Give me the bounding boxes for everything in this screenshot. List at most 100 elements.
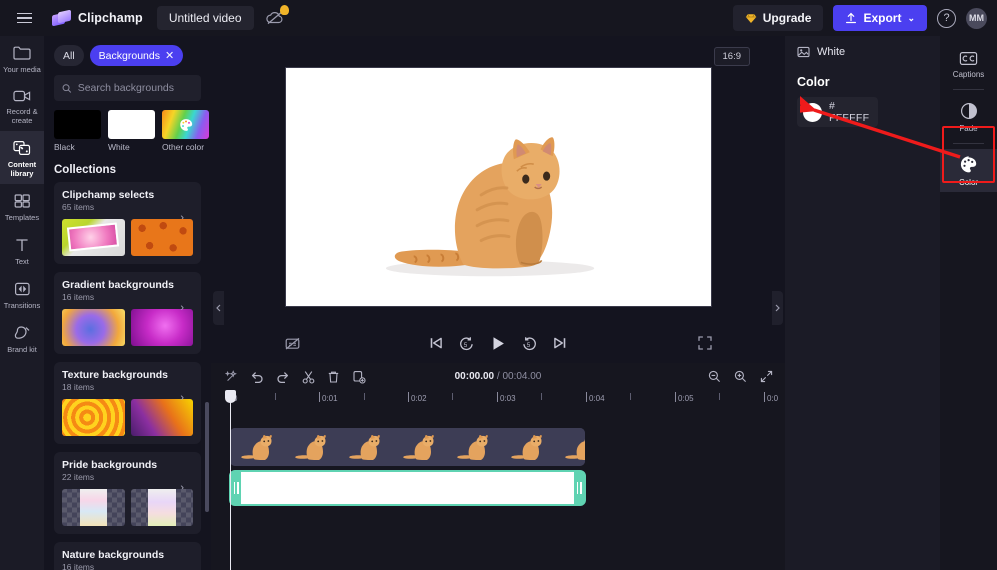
- undo-button[interactable]: [250, 370, 264, 383]
- sidebar-item-record-create[interactable]: Record & create: [0, 80, 44, 131]
- close-icon[interactable]: ✕: [165, 49, 174, 62]
- aspect-ratio-button[interactable]: 16:9: [713, 47, 750, 66]
- hamburger-menu-icon[interactable]: [6, 0, 42, 36]
- filter-chip-row: All Backgrounds ✕: [44, 36, 211, 72]
- sidebar-item-text[interactable]: Text: [0, 228, 44, 272]
- collection-card-clipchamp-selects[interactable]: Clipchamp selects 65 items ›: [54, 182, 201, 264]
- chevron-right-icon[interactable]: ›: [180, 392, 184, 404]
- content-library-panel: All Backgrounds ✕ Black White: [44, 36, 211, 570]
- sidebar-item-transitions[interactable]: Transitions: [0, 272, 44, 316]
- selected-asset-header: White: [797, 46, 928, 58]
- collection-thumbnail[interactable]: [130, 309, 193, 346]
- collection-count: 22 items: [62, 472, 95, 482]
- content-library-icon: [12, 140, 30, 156]
- collection-card-pride-backgrounds[interactable]: Pride backgrounds 22 items ›: [54, 452, 201, 534]
- magic-wand-icon[interactable]: [225, 370, 238, 383]
- timeline-tracks: [211, 390, 785, 570]
- timeline-ruler[interactable]: 0 0:01 0:02 0:03 0:04 0:05 0:0: [211, 390, 785, 410]
- collection-thumbnail[interactable]: [62, 489, 125, 526]
- duplicate-button[interactable]: [352, 370, 366, 384]
- fade-contrast-icon: [960, 102, 977, 120]
- swatch-label: Black: [54, 142, 75, 152]
- export-button[interactable]: Export ⌄: [833, 5, 927, 31]
- delete-button[interactable]: [327, 370, 340, 384]
- collection-title: Texture backgrounds: [62, 369, 168, 381]
- rewind-5-seconds-button[interactable]: 5: [459, 336, 475, 351]
- collection-thumbnail[interactable]: [130, 399, 193, 436]
- collection-thumbnail[interactable]: [62, 219, 125, 256]
- clip-trim-handle-left[interactable]: [231, 472, 241, 504]
- sidebar-item-your-media[interactable]: Your media: [0, 36, 44, 80]
- cloud-badge: [279, 5, 289, 15]
- folder-icon: [13, 46, 31, 60]
- filter-chip-backgrounds[interactable]: Backgrounds ✕: [89, 45, 184, 66]
- swatch-white[interactable]: White: [108, 110, 155, 152]
- table-row[interactable]: [230, 428, 585, 466]
- collapse-right-panel-button[interactable]: [772, 291, 783, 325]
- clip-trim-handle-right[interactable]: [574, 472, 584, 504]
- zoom-out-button[interactable]: [708, 370, 721, 383]
- zoom-in-button[interactable]: [734, 370, 747, 383]
- redo-icon: [277, 372, 289, 383]
- preview-area: 16:9 5 5: [211, 36, 785, 399]
- play-button[interactable]: [490, 335, 507, 352]
- color-swatch-field[interactable]: # FFFFFF: [797, 97, 878, 127]
- tool-captions[interactable]: Captions: [940, 44, 997, 84]
- skip-to-start-button[interactable]: [429, 336, 444, 350]
- playhead[interactable]: [225, 390, 236, 570]
- scrollbar-thumb[interactable]: [205, 402, 209, 512]
- split-button[interactable]: [302, 370, 315, 384]
- forward-5-seconds-button[interactable]: 5: [522, 336, 538, 351]
- chevron-right-icon[interactable]: ›: [180, 302, 184, 314]
- sidebar-item-label: Record & create: [6, 107, 38, 125]
- collection-thumbnail[interactable]: [62, 399, 125, 436]
- fullscreen-button[interactable]: [698, 336, 712, 350]
- collection-thumbnail[interactable]: [130, 489, 193, 526]
- clip-thumbnail: [554, 428, 585, 466]
- collection-thumbnail[interactable]: [62, 309, 125, 346]
- swatch-black[interactable]: Black: [54, 110, 101, 152]
- collapse-left-panel-button[interactable]: [213, 291, 224, 325]
- project-title-input[interactable]: Untitled video: [156, 6, 254, 30]
- skip-to-end-button[interactable]: [553, 336, 568, 350]
- collection-card-gradient-backgrounds[interactable]: Gradient backgrounds 16 items ›: [54, 272, 201, 354]
- captions-toggle-button[interactable]: [285, 337, 300, 350]
- cloud-off-icon[interactable]: [265, 5, 289, 29]
- table-row[interactable]: [229, 470, 586, 506]
- collections-list[interactable]: Clipchamp selects 65 items › Gradient ba…: [44, 182, 211, 570]
- sidebar-item-brand-kit[interactable]: Brand kit: [0, 316, 44, 360]
- sidebar-item-templates[interactable]: Templates: [0, 184, 44, 228]
- timeline-section: 00:00.00 / 00:04.00 0:01 0:02 0:03 0:04 …: [211, 363, 785, 570]
- search-input[interactable]: [77, 82, 193, 94]
- delete-trash-icon: [328, 371, 339, 383]
- collection-thumbnail[interactable]: [130, 219, 193, 256]
- filter-chip-all[interactable]: All: [54, 45, 84, 66]
- video-preview-stage[interactable]: [285, 67, 712, 307]
- brand-kit-icon: [14, 326, 29, 339]
- avatar[interactable]: MM: [966, 7, 987, 29]
- swatch-other-color[interactable]: Other color: [162, 110, 209, 152]
- sidebar-item-label: Templates: [4, 213, 40, 222]
- chevron-left-icon: [216, 304, 221, 312]
- sidebar-item-label: Brand kit: [7, 345, 37, 354]
- text-t-icon: [16, 239, 28, 251]
- color-swatch[interactable]: [803, 102, 822, 122]
- tool-label: Captions: [952, 70, 985, 79]
- collection-card-texture-backgrounds[interactable]: Texture backgrounds 18 items ›: [54, 362, 201, 444]
- fit-to-screen-button[interactable]: [760, 370, 773, 383]
- sidebar-item-content-library[interactable]: Content library: [0, 131, 44, 184]
- collection-card-nature-backgrounds[interactable]: Nature backgrounds 16 items ›: [54, 542, 201, 570]
- image-icon: [797, 46, 810, 58]
- tool-label: Fade: [959, 124, 978, 133]
- sidebar-item-label: Transitions: [3, 301, 41, 310]
- upgrade-button[interactable]: Upgrade: [732, 5, 824, 31]
- cat-preview-image: [286, 68, 711, 306]
- redo-button[interactable]: [276, 370, 290, 383]
- tool-color[interactable]: Color: [940, 149, 997, 192]
- export-label: Export: [863, 11, 902, 25]
- search-backgrounds-box[interactable]: [54, 75, 201, 101]
- collection-count: 65 items: [62, 202, 95, 212]
- left-nav-rail: Your media Record & create Content libra…: [0, 36, 44, 570]
- help-icon[interactable]: ?: [937, 8, 956, 28]
- tool-fade[interactable]: Fade: [940, 95, 997, 138]
